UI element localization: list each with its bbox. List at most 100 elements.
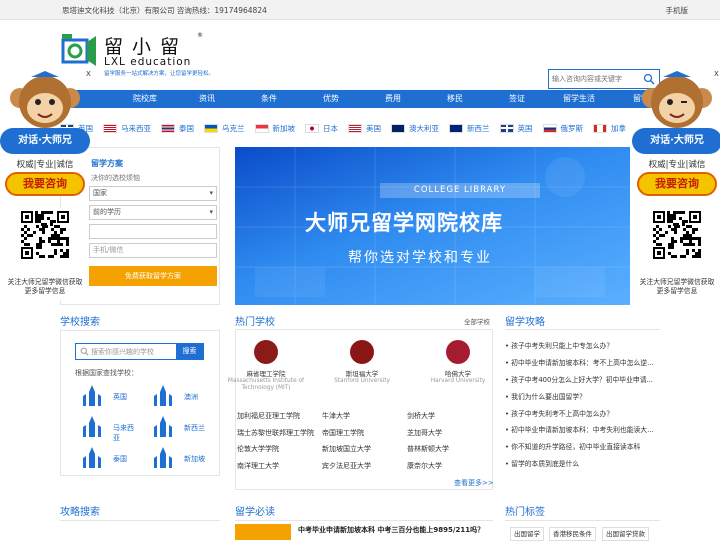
featured-university[interactable]: 哈佛大学 Harvard University <box>418 340 498 400</box>
school-link[interactable]: 剑桥大学 <box>407 411 492 428</box>
school-link[interactable]: 加利福尼亚理工学院 <box>237 411 322 428</box>
hero-banner[interactable]: COLLEGE LIBRARY 大师兄留学网院校库 帮你选对学校和专业 <box>235 147 630 305</box>
consult-now-button[interactable]: 我要咨询 <box>5 172 85 196</box>
sg-flag-icon <box>254 123 269 133</box>
country-link[interactable]: 加拿 <box>593 118 626 138</box>
hot-tag[interactable]: 出国留学贷款 <box>602 527 649 541</box>
country-link[interactable]: 英国 <box>499 118 533 138</box>
country-select-value: 国家 <box>93 189 107 197</box>
guide-item[interactable]: 我们为什么要出国留学？ <box>505 391 665 408</box>
get-plan-button[interactable]: 免费获取留学方案 <box>89 266 217 286</box>
guide-item[interactable]: 孩子中考400分怎么上好大学？初中毕业申请... <box>505 374 665 391</box>
country-name: 马来西亚 <box>121 123 151 133</box>
wechat-qr-card: 关注大师兄留学微信获取更多留学信息 <box>5 208 85 300</box>
land-name: 英国 <box>113 393 127 401</box>
company-info: 思塔迪文化科技（北京）有限公司 咨询热线：19174964824 <box>62 6 267 15</box>
school-link[interactable]: 普林斯顿大学 <box>407 444 492 461</box>
school-link[interactable]: 康奈尔大学 <box>407 461 492 478</box>
see-more-link[interactable]: 查看更多>> <box>454 478 494 488</box>
school-link[interactable]: 牛津大学 <box>322 411 407 428</box>
nav-item[interactable]: 留学生活 <box>548 90 610 108</box>
school-link[interactable]: 宾夕法尼亚大学 <box>322 461 407 478</box>
nav-item[interactable]: 资讯 <box>176 90 238 108</box>
school-link[interactable]: 瑞士苏黎世联邦理工学院 <box>237 428 322 445</box>
country-link[interactable]: 乌克兰 <box>204 118 245 138</box>
consult-title: 留学方案 <box>91 159 123 168</box>
school-link[interactable]: 伦敦大学学院 <box>237 444 322 461</box>
nav-item[interactable]: 条件 <box>238 90 300 108</box>
country-link[interactable]: 新加坡 <box>254 118 295 138</box>
guide-item[interactable]: 留学的本质到底是什么 <box>505 458 665 475</box>
guide-item[interactable]: 孩子中考失利只能上中专怎么办？ <box>505 340 665 357</box>
landmark-icon <box>154 447 172 468</box>
country-link[interactable]: 泰国 <box>161 118 194 138</box>
jp-flag-icon <box>305 123 319 133</box>
us-flag-icon <box>348 123 362 133</box>
country-link[interactable]: 新西兰 <box>449 118 490 138</box>
land-name: 澳洲 <box>184 393 198 401</box>
nav-item[interactable]: 移民 <box>424 90 486 108</box>
school-link[interactable]: 帝国理工学院 <box>322 428 407 445</box>
chat-badge[interactable]: 对话·大师兄 <box>632 128 720 154</box>
consult-now-button[interactable]: 我要咨询 <box>637 172 717 196</box>
wechat-qr-card: 关注大师兄留学微信获取更多留学信息 <box>637 208 717 300</box>
land-link[interactable]: 泰国 <box>77 446 139 470</box>
guide-item[interactable]: 初中毕业申请新加坡本科：考不上高中怎么逆... <box>505 357 665 374</box>
country-name: 加拿 <box>611 123 626 133</box>
chat-badge[interactable]: 对话·大师兄 <box>0 128 90 154</box>
hot-tag[interactable]: 出国留学 <box>510 527 544 541</box>
featured-university[interactable]: 斯坦福大学 Stanford University <box>322 340 402 400</box>
land-link[interactable]: 新西兰 <box>148 415 210 439</box>
land-link[interactable]: 英国 <box>77 384 139 408</box>
must-read-title: 留学必读 <box>235 507 275 518</box>
news-thumbnail[interactable] <box>235 524 291 540</box>
country-link[interactable]: 马来西亚 <box>103 118 151 138</box>
all-schools-link[interactable]: 全部学校 <box>464 316 490 326</box>
logo-text-cn: 留小留 <box>104 36 189 58</box>
hot-tag[interactable]: 香港移民条件 <box>549 527 596 541</box>
land-link[interactable]: 澳洲 <box>148 384 210 408</box>
guide-item[interactable]: 你不知道的升学路径，初中毕业直接读本科 <box>505 441 665 458</box>
guide-title: 留学攻略 <box>505 317 545 328</box>
country-name: 新西兰 <box>467 123 490 133</box>
country-select[interactable]: 国家 ▾ <box>89 186 217 201</box>
guide-header: 留学攻略 <box>505 312 660 330</box>
phone-field[interactable]: 手机/微信 <box>89 243 217 258</box>
school-link[interactable]: 芝加哥大学 <box>407 428 492 445</box>
news-headline[interactable]: 中考毕业申请新加坡本科 中考三百分也能上9895/211吗？ <box>298 525 484 535</box>
guide-item[interactable]: 孩子中考失利考不上高中怎么办？ <box>505 408 665 425</box>
name-field[interactable] <box>89 224 217 239</box>
country-name: 美国 <box>366 123 381 133</box>
nav-item[interactable]: 院校库 <box>114 90 176 108</box>
education-select[interactable]: 前的学历 ▾ <box>89 205 217 220</box>
school-link[interactable]: 南洋理工大学 <box>237 461 322 478</box>
land-link[interactable]: 马来西亚 <box>77 415 139 442</box>
country-link[interactable]: 美国 <box>348 118 381 138</box>
school-search-button[interactable]: 搜索 <box>176 344 203 359</box>
divider <box>60 520 220 521</box>
header-search-input[interactable] <box>552 72 640 86</box>
consult-subtitle: 决你的选校烦恼 <box>91 174 140 182</box>
close-icon[interactable]: X <box>86 70 91 78</box>
land-link[interactable]: 新加坡 <box>148 446 210 470</box>
school-row: 南洋理工大学 宾夕法尼亚大学 康奈尔大学 <box>237 461 492 478</box>
nav-item[interactable]: 签证 <box>486 90 548 108</box>
landmark-icon <box>83 416 101 437</box>
featured-university[interactable]: 麻省理工学院 Massachusetts Institute of Technol… <box>226 340 306 400</box>
mobile-version-link[interactable]: 手机版 <box>666 5 689 16</box>
nav-item[interactable]: 优势 <box>300 90 362 108</box>
country-link[interactable]: 日本 <box>305 118 338 138</box>
left-float-widget: 对话·大师兄 权威|专业|诚信 我要咨询 关注大师兄留学微信获取更多留学信息 X <box>0 68 91 300</box>
education-select-value: 前的学历 <box>93 208 121 216</box>
country-link[interactable]: 澳大利亚 <box>391 118 439 138</box>
school-search-input[interactable]: 搜索你感兴趣的学校 <box>91 347 154 357</box>
school-link[interactable]: 新加坡国立大学 <box>322 444 407 461</box>
close-icon[interactable]: X <box>714 70 719 78</box>
banner-tag: COLLEGE LIBRARY <box>380 183 540 198</box>
nav-item[interactable]: 费用 <box>362 90 424 108</box>
country-name: 乌克兰 <box>222 123 245 133</box>
hot-tags-title: 热门标签 <box>505 507 545 518</box>
my-flag-icon <box>103 123 117 133</box>
guide-item[interactable]: 初中毕业申请新加坡本科：中考失利也能读大... <box>505 424 665 441</box>
country-link[interactable]: 俄罗斯 <box>542 118 583 138</box>
